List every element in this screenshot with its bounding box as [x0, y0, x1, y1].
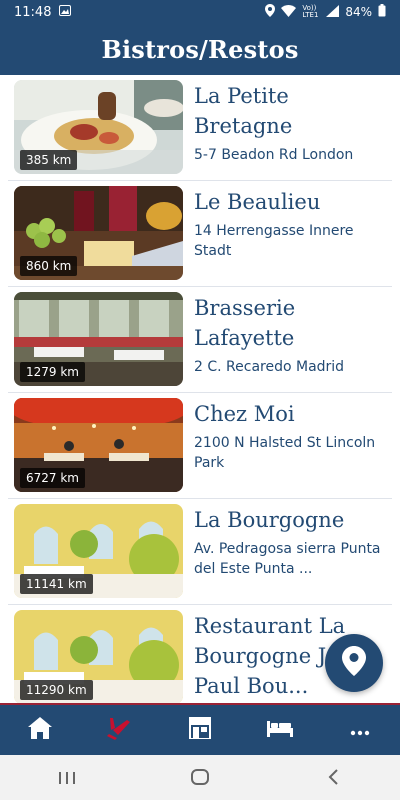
image-notification-icon [59, 4, 72, 20]
restaurant-name[interactable]: Le Beaulieu [194, 187, 384, 217]
distance-badge: 11141 km [20, 574, 93, 594]
restaurant-address: 5-7 Beadon Rd London [194, 147, 354, 163]
restaurant-info: Chez Moi 2100 N Halsted St Lincoln Park [194, 398, 384, 473]
list-item[interactable]: 6727 km Chez Moi 2100 N Halsted St Linco… [8, 393, 392, 499]
store-icon [189, 717, 211, 743]
restaurant-info: La Bourgogne Av. Pedragosa sierra Punta … [194, 504, 384, 579]
fork-knife-icon [107, 716, 133, 744]
status-time: 11:48 [14, 4, 52, 20]
home-circle-icon [190, 766, 209, 790]
system-navigation-bar [0, 755, 400, 800]
restaurant-name[interactable]: La Petite Bretagne [194, 81, 384, 141]
distance-badge: 11290 km [20, 680, 93, 700]
list-item[interactable]: 11141 km La Bourgogne Av. Pedragosa sier… [8, 499, 392, 605]
network-label: Vo)) LTE1 [302, 4, 319, 19]
restaurant-info: La Petite Bretagne 5-7 Beadon Rd London [194, 80, 384, 165]
tab-home[interactable] [10, 710, 70, 750]
recent-apps-button[interactable] [37, 763, 97, 793]
restaurant-info: Le Beaulieu 14 Herrengasse Innere Stadt [194, 186, 384, 261]
tab-shops[interactable] [170, 710, 230, 750]
restaurant-name[interactable]: Chez Moi [194, 399, 384, 429]
signal-icon [326, 4, 340, 20]
tab-more[interactable] [330, 710, 390, 750]
map-view-button[interactable] [325, 634, 383, 692]
restaurant-photo[interactable]: 860 km [14, 186, 183, 280]
recent-apps-icon [58, 766, 76, 790]
bed-icon [267, 719, 293, 741]
restaurant-address: 2 C. Recaredo Madrid [194, 359, 345, 375]
restaurant-address: Av. Pedragosa sierra Punta del Este Punt… [194, 541, 381, 577]
app-header: Bistros/Restos [0, 24, 400, 75]
restaurant-info: Brasserie Lafayette 2 C. Recaredo Madrid [194, 292, 384, 377]
home-button[interactable] [170, 763, 230, 793]
wifi-icon [281, 4, 297, 20]
restaurant-name[interactable]: Brasserie Lafayette [194, 293, 384, 353]
distance-badge: 6727 km [20, 468, 85, 488]
restaurant-photo[interactable]: 385 km [14, 80, 183, 174]
distance-badge: 1279 km [20, 362, 85, 382]
restaurant-photo[interactable]: 11141 km [14, 504, 183, 598]
more-icon [350, 721, 370, 740]
bottom-tab-bar [0, 703, 400, 755]
battery-label: 84% [345, 5, 372, 19]
page-title: Bistros/Restos [101, 35, 299, 64]
restaurant-photo[interactable]: 6727 km [14, 398, 183, 492]
tab-restaurants[interactable] [90, 710, 150, 750]
tab-lodging[interactable] [250, 710, 310, 750]
restaurant-name[interactable]: La Bourgogne [194, 505, 384, 535]
location-icon [265, 4, 276, 20]
restaurant-list[interactable]: 385 km La Petite Bretagne 5-7 Beadon Rd … [0, 75, 400, 703]
list-item[interactable]: 385 km La Petite Bretagne 5-7 Beadon Rd … [8, 75, 392, 181]
list-item[interactable]: 860 km Le Beaulieu 14 Herrengasse Innere… [8, 181, 392, 287]
list-item[interactable]: 1279 km Brasserie Lafayette 2 C. Recared… [8, 287, 392, 393]
restaurant-address: 14 Herrengasse Innere Stadt [194, 223, 354, 259]
battery-icon [378, 4, 386, 20]
distance-badge: 385 km [20, 150, 78, 170]
restaurant-address: 2100 N Halsted St Lincoln Park [194, 435, 376, 471]
back-button[interactable] [303, 763, 363, 793]
restaurant-photo[interactable]: 11290 km [14, 610, 183, 703]
restaurant-photo[interactable]: 1279 km [14, 292, 183, 386]
back-chevron-icon [327, 766, 339, 790]
status-bar: 11:48 Vo)) LTE1 84% [0, 0, 400, 24]
home-icon [28, 717, 52, 743]
map-pin-icon [342, 646, 366, 680]
distance-badge: 860 km [20, 256, 78, 276]
